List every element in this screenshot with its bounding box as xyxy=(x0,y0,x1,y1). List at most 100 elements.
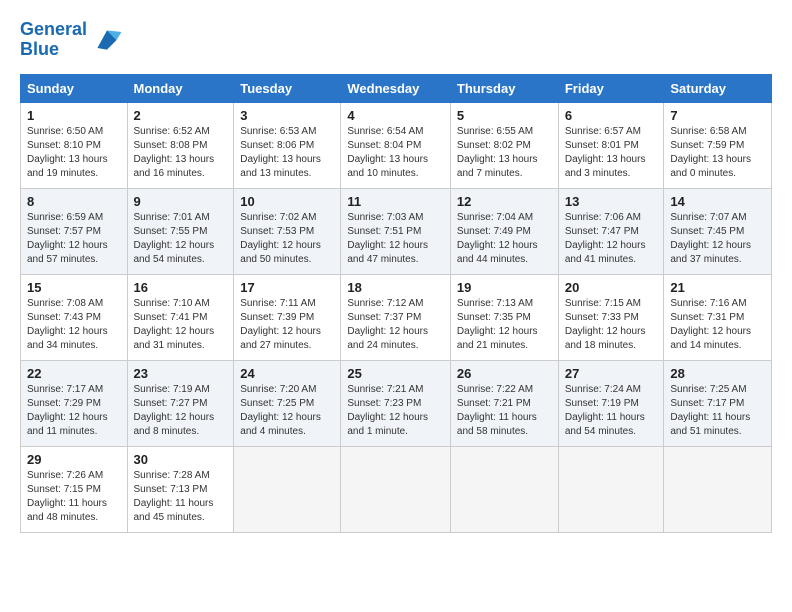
day-number: 14 xyxy=(670,194,765,209)
day-number: 6 xyxy=(565,108,658,123)
week-row-0: 1Sunrise: 6:50 AMSunset: 8:10 PMDaylight… xyxy=(21,102,772,188)
day-cell: 12 Sunrise: 7:04 AMSunset: 7:49 PMDayligh… xyxy=(450,188,558,274)
day-info: Sunrise: 6:59 AMSunset: 7:57 PMDaylight:… xyxy=(27,211,121,267)
day-cell xyxy=(558,446,664,532)
day-info: Sunrise: 7:26 AMSunset: 7:15 PMDaylight:… xyxy=(27,469,121,525)
header: General Blue xyxy=(20,20,772,60)
day-cell: 4 Sunrise: 6:54 AMSunset: 8:04 PMDaylight… xyxy=(341,102,451,188)
day-number: 15 xyxy=(27,280,121,295)
day-number: 8 xyxy=(27,194,121,209)
header-cell-wednesday: Wednesday xyxy=(341,74,451,102)
day-info: Sunrise: 7:28 AMSunset: 7:13 PMDaylight:… xyxy=(134,469,228,525)
day-info: Sunrise: 7:07 AMSunset: 7:45 PMDaylight:… xyxy=(670,211,765,267)
day-cell: 19 Sunrise: 7:13 AMSunset: 7:35 PMDayligh… xyxy=(450,274,558,360)
day-cell: 2 Sunrise: 6:52 AMSunset: 8:08 PMDaylight… xyxy=(127,102,234,188)
day-info: Sunrise: 7:15 AMSunset: 7:33 PMDaylight:… xyxy=(565,297,658,353)
day-number: 2 xyxy=(134,108,228,123)
day-info: Sunrise: 6:50 AMSunset: 8:10 PMDaylight:… xyxy=(27,125,121,181)
day-number: 13 xyxy=(565,194,658,209)
day-info: Sunrise: 6:52 AMSunset: 8:08 PMDaylight:… xyxy=(134,125,228,181)
day-number: 29 xyxy=(27,452,121,467)
day-info: Sunrise: 6:55 AMSunset: 8:02 PMDaylight:… xyxy=(457,125,552,181)
day-info: Sunrise: 7:06 AMSunset: 7:47 PMDaylight:… xyxy=(565,211,658,267)
day-info: Sunrise: 7:19 AMSunset: 7:27 PMDaylight:… xyxy=(134,383,228,439)
week-row-4: 29 Sunrise: 7:26 AMSunset: 7:15 PMDayligh… xyxy=(21,446,772,532)
day-info: Sunrise: 7:17 AMSunset: 7:29 PMDaylight:… xyxy=(27,383,121,439)
day-info: Sunrise: 6:58 AMSunset: 7:59 PMDaylight:… xyxy=(670,125,765,181)
day-cell xyxy=(341,446,451,532)
day-cell: 21 Sunrise: 7:16 AMSunset: 7:31 PMDayligh… xyxy=(664,274,772,360)
day-number: 28 xyxy=(670,366,765,381)
header-cell-tuesday: Tuesday xyxy=(234,74,341,102)
calendar-table: SundayMondayTuesdayWednesdayThursdayFrid… xyxy=(20,74,772,533)
page: General Blue SundayMondayTuesdayWednesda… xyxy=(0,0,792,612)
day-number: 4 xyxy=(347,108,444,123)
day-cell xyxy=(234,446,341,532)
logo-text: General xyxy=(20,20,87,40)
day-info: Sunrise: 7:13 AMSunset: 7:35 PMDaylight:… xyxy=(457,297,552,353)
day-cell: 17 Sunrise: 7:11 AMSunset: 7:39 PMDayligh… xyxy=(234,274,341,360)
day-cell: 16 Sunrise: 7:10 AMSunset: 7:41 PMDayligh… xyxy=(127,274,234,360)
day-info: Sunrise: 7:16 AMSunset: 7:31 PMDaylight:… xyxy=(670,297,765,353)
day-cell: 9 Sunrise: 7:01 AMSunset: 7:55 PMDaylight… xyxy=(127,188,234,274)
logo: General Blue xyxy=(20,20,123,60)
day-number: 19 xyxy=(457,280,552,295)
day-number: 23 xyxy=(134,366,228,381)
day-number: 20 xyxy=(565,280,658,295)
day-number: 16 xyxy=(134,280,228,295)
day-number: 25 xyxy=(347,366,444,381)
day-info: Sunrise: 7:08 AMSunset: 7:43 PMDaylight:… xyxy=(27,297,121,353)
day-cell: 8 Sunrise: 6:59 AMSunset: 7:57 PMDaylight… xyxy=(21,188,128,274)
day-number: 26 xyxy=(457,366,552,381)
day-cell: 10Sunrise: 7:02 AMSunset: 7:53 PMDayligh… xyxy=(234,188,341,274)
day-info: Sunrise: 7:10 AMSunset: 7:41 PMDaylight:… xyxy=(134,297,228,353)
week-row-1: 8 Sunrise: 6:59 AMSunset: 7:57 PMDaylight… xyxy=(21,188,772,274)
day-cell: 6 Sunrise: 6:57 AMSunset: 8:01 PMDaylight… xyxy=(558,102,664,188)
day-info: Sunrise: 7:02 AMSunset: 7:53 PMDaylight:… xyxy=(240,211,334,267)
day-number: 30 xyxy=(134,452,228,467)
day-cell: 30 Sunrise: 7:28 AMSunset: 7:13 PMDayligh… xyxy=(127,446,234,532)
day-info: Sunrise: 7:25 AMSunset: 7:17 PMDaylight:… xyxy=(670,383,765,439)
day-number: 17 xyxy=(240,280,334,295)
day-cell: 28 Sunrise: 7:25 AMSunset: 7:17 PMDayligh… xyxy=(664,360,772,446)
day-number: 21 xyxy=(670,280,765,295)
header-cell-monday: Monday xyxy=(127,74,234,102)
logo-general: General xyxy=(20,19,87,39)
day-cell xyxy=(664,446,772,532)
day-cell: 24Sunrise: 7:20 AMSunset: 7:25 PMDayligh… xyxy=(234,360,341,446)
day-number: 11 xyxy=(347,194,444,209)
day-cell: 3 Sunrise: 6:53 AMSunset: 8:06 PMDaylight… xyxy=(234,102,341,188)
day-number: 12 xyxy=(457,194,552,209)
day-info: Sunrise: 7:11 AMSunset: 7:39 PMDaylight:… xyxy=(240,297,334,353)
day-info: Sunrise: 7:01 AMSunset: 7:55 PMDaylight:… xyxy=(134,211,228,267)
day-info: Sunrise: 6:53 AMSunset: 8:06 PMDaylight:… xyxy=(240,125,334,181)
day-cell: 13 Sunrise: 7:06 AMSunset: 7:47 PMDayligh… xyxy=(558,188,664,274)
week-row-3: 22 Sunrise: 7:17 AMSunset: 7:29 PMDayligh… xyxy=(21,360,772,446)
logo-icon xyxy=(91,24,123,56)
day-cell: 5Sunrise: 6:55 AMSunset: 8:02 PMDaylight… xyxy=(450,102,558,188)
day-info: Sunrise: 7:03 AMSunset: 7:51 PMDaylight:… xyxy=(347,211,444,267)
day-number: 22 xyxy=(27,366,121,381)
header-cell-thursday: Thursday xyxy=(450,74,558,102)
day-info: Sunrise: 7:21 AMSunset: 7:23 PMDaylight:… xyxy=(347,383,444,439)
header-row: SundayMondayTuesdayWednesdayThursdayFrid… xyxy=(21,74,772,102)
day-info: Sunrise: 6:54 AMSunset: 8:04 PMDaylight:… xyxy=(347,125,444,181)
day-cell: 14 Sunrise: 7:07 AMSunset: 7:45 PMDayligh… xyxy=(664,188,772,274)
day-cell: 22 Sunrise: 7:17 AMSunset: 7:29 PMDayligh… xyxy=(21,360,128,446)
header-cell-friday: Friday xyxy=(558,74,664,102)
day-number: 9 xyxy=(134,194,228,209)
day-cell: 20 Sunrise: 7:15 AMSunset: 7:33 PMDayligh… xyxy=(558,274,664,360)
day-number: 24 xyxy=(240,366,334,381)
day-info: Sunrise: 6:57 AMSunset: 8:01 PMDaylight:… xyxy=(565,125,658,181)
day-cell: 15 Sunrise: 7:08 AMSunset: 7:43 PMDayligh… xyxy=(21,274,128,360)
day-cell: 7Sunrise: 6:58 AMSunset: 7:59 PMDaylight… xyxy=(664,102,772,188)
day-cell: 29 Sunrise: 7:26 AMSunset: 7:15 PMDayligh… xyxy=(21,446,128,532)
day-number: 18 xyxy=(347,280,444,295)
day-cell: 1Sunrise: 6:50 AMSunset: 8:10 PMDaylight… xyxy=(21,102,128,188)
day-cell: 25 Sunrise: 7:21 AMSunset: 7:23 PMDayligh… xyxy=(341,360,451,446)
day-info: Sunrise: 7:04 AMSunset: 7:49 PMDaylight:… xyxy=(457,211,552,267)
day-number: 3 xyxy=(240,108,334,123)
day-cell: 27Sunrise: 7:24 AMSunset: 7:19 PMDayligh… xyxy=(558,360,664,446)
day-cell: 11 Sunrise: 7:03 AMSunset: 7:51 PMDayligh… xyxy=(341,188,451,274)
logo-blue: Blue xyxy=(20,40,87,60)
